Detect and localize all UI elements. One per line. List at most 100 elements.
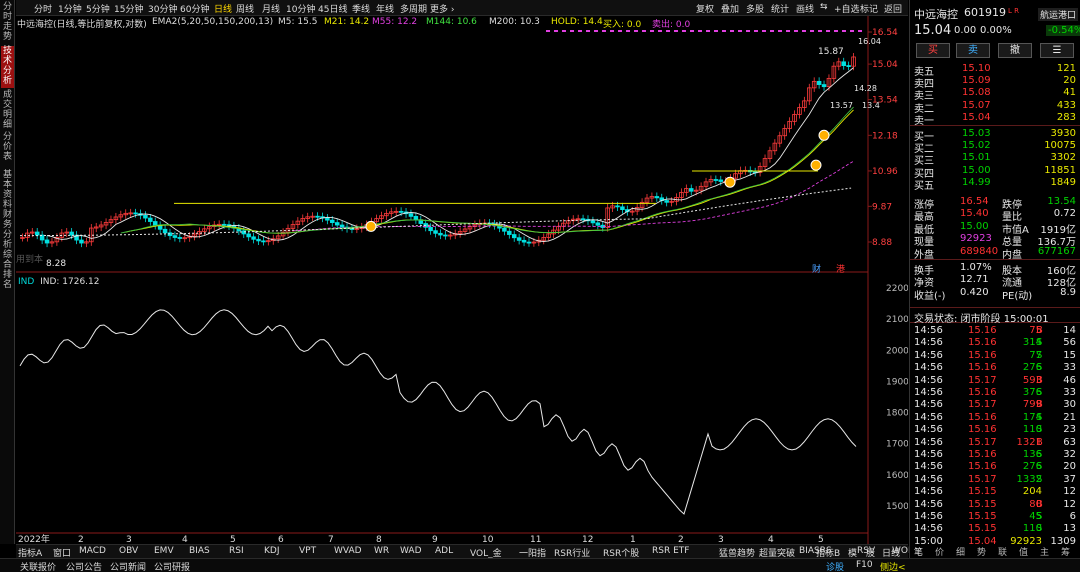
chart-area[interactable]: 16.54 15.04 13.54 12.18 10.96 9.87 8.88 2200 210…: [16, 16, 909, 547]
xaxis-label-14: 3: [718, 535, 724, 544]
ind-tab-10[interactable]: WR: [374, 546, 389, 556]
tool-4[interactable]: 画线: [796, 2, 814, 15]
period-tab-13[interactable]: 多周期: [400, 2, 427, 15]
tool-7[interactable]: 标记: [860, 2, 878, 15]
signal-dash: [826, 30, 830, 32]
menu-button[interactable]: ☰: [1040, 43, 1074, 58]
signal-circle-0[interactable]: [365, 220, 377, 232]
sell-button[interactable]: 卖: [956, 43, 990, 58]
related-sector[interactable]: 航运港口: [1038, 8, 1079, 21]
side-tab-3[interactable]: 分价表: [1, 132, 14, 168]
signal-circle-1[interactable]: [724, 176, 736, 188]
quote-tab-3[interactable]: 势: [977, 545, 986, 558]
period-tab-10[interactable]: 45日线: [318, 2, 347, 15]
tool-0[interactable]: 复权: [696, 2, 714, 15]
signal-dash: [562, 30, 566, 32]
status-right-0[interactable]: 诊股: [826, 560, 844, 572]
candle-body: [443, 234, 448, 237]
chart-svg[interactable]: 16.5415.0413.5412.1810.969.878.882200210…: [16, 16, 909, 545]
ind-tab-11[interactable]: WAD: [400, 546, 422, 556]
book-divider: [910, 125, 1080, 126]
xaxis-label-6: 7: [328, 535, 334, 544]
side-tab-1[interactable]: 技术分析: [1, 46, 14, 88]
side-tab-4[interactable]: 基本资料: [1, 170, 14, 210]
quote-tab-0[interactable]: 笔: [914, 545, 923, 558]
candle-body: [511, 234, 517, 239]
candle-body: [689, 188, 694, 192]
quote-tab-7[interactable]: 筹: [1061, 545, 1070, 558]
period-tab-14[interactable]: 更多 ›: [430, 2, 454, 15]
tool-3[interactable]: 统计: [771, 2, 789, 15]
tick-13-time: 14:56: [914, 486, 943, 498]
candle-body: [408, 213, 414, 217]
period-tab-0[interactable]: 分时: [34, 2, 52, 15]
period-tab-2[interactable]: 5分钟: [86, 2, 110, 15]
quote-tab-4[interactable]: 联: [998, 545, 1007, 558]
period-tab-5[interactable]: 60分钟: [180, 2, 209, 15]
status-right-2[interactable]: 侧边<: [880, 560, 906, 572]
period-tab-12[interactable]: 年线: [376, 2, 394, 15]
ind-tab-17[interactable]: RSR ETF: [652, 546, 689, 556]
signal-dash: [570, 30, 574, 32]
candle-body: [590, 220, 596, 224]
candle-body: [516, 237, 522, 241]
ind-tick-1: 2100: [886, 315, 908, 325]
status-link-0[interactable]: 关联报价: [20, 560, 56, 572]
signal-dash: [610, 30, 614, 32]
period-tab-3[interactable]: 15分钟: [114, 2, 143, 15]
tick-11-time: 14:56: [914, 461, 943, 473]
signal-circle-3[interactable]: [818, 129, 830, 141]
status-right-1[interactable]: F10: [856, 560, 873, 570]
tick-5-time: 14:56: [914, 387, 943, 398]
tick-14-time: 14:56: [914, 498, 943, 510]
stats-divider: [910, 259, 1080, 260]
ind-tab-8[interactable]: VPT: [299, 546, 316, 556]
side-tab-0[interactable]: 分时走势: [1, 2, 14, 42]
tick-11-price: 15.16: [968, 461, 997, 473]
period-tab-7[interactable]: 周线: [236, 2, 254, 15]
quote-tab-2[interactable]: 细: [956, 545, 965, 558]
side-tab-6[interactable]: 综合排名: [1, 250, 14, 290]
tool-8[interactable]: 返回: [884, 2, 902, 15]
side-tab-2[interactable]: 成交明细: [1, 90, 14, 130]
signal-circle-2[interactable]: [810, 159, 822, 171]
stat-0-value: 16.54: [960, 196, 989, 207]
side-tab-5[interactable]: 财务分析: [1, 210, 14, 250]
quote-tab-5[interactable]: 值: [1019, 545, 1028, 558]
tick-2-side: S: [1036, 349, 1043, 361]
ind-tab-7[interactable]: KDJ: [264, 546, 280, 556]
period-tab-8[interactable]: 月线: [262, 2, 280, 15]
quote-tab-1[interactable]: 价: [935, 545, 944, 558]
tool-2[interactable]: 多股: [746, 2, 764, 15]
period-tab-9[interactable]: 10分钟: [286, 2, 315, 15]
stat-4-value: 689840: [960, 245, 999, 257]
ind-tab-9[interactable]: WVAD: [334, 546, 362, 556]
tick-10-count: 32: [1063, 449, 1076, 460]
buy-button[interactable]: 买: [916, 43, 950, 58]
stat-7-value2: 8.9: [1060, 286, 1076, 298]
ind-tab-6[interactable]: RSI: [229, 546, 244, 556]
tick-10-price: 15.16: [968, 449, 997, 460]
ind-tab-5[interactable]: BIAS: [189, 546, 210, 556]
period-tab-11[interactable]: 季线: [352, 2, 370, 15]
status-link-3[interactable]: 公司研报: [154, 560, 190, 572]
ind-tab-12[interactable]: ADL: [435, 546, 453, 556]
tool-1[interactable]: 叠加: [721, 2, 739, 15]
period-tab-1[interactable]: 1分钟: [58, 2, 82, 15]
period-tab-4[interactable]: 30分钟: [148, 2, 177, 15]
status-link-1[interactable]: 公司公告: [66, 560, 102, 572]
ind-tab-3[interactable]: OBV: [119, 546, 138, 556]
tool-6[interactable]: +自选: [834, 2, 860, 15]
ind-tab-4[interactable]: EMV: [154, 546, 174, 556]
ind-tab-2[interactable]: MACD: [79, 546, 106, 556]
candle-body: [241, 230, 247, 235]
quote-tab-6[interactable]: 主: [1040, 545, 1049, 558]
xaxis-label-7: 8: [376, 535, 382, 544]
bid-row-3-volume: 11851: [1044, 164, 1076, 176]
period-tab-6[interactable]: 日线: [214, 2, 232, 15]
tick-7-time: 14:56: [914, 411, 943, 423]
tool-5[interactable]: ⇆: [820, 2, 828, 12]
status-link-2[interactable]: 公司新闻: [110, 560, 146, 572]
bid-row-4-price: 14.99: [962, 176, 991, 188]
cancel-button[interactable]: 撤: [998, 43, 1032, 58]
